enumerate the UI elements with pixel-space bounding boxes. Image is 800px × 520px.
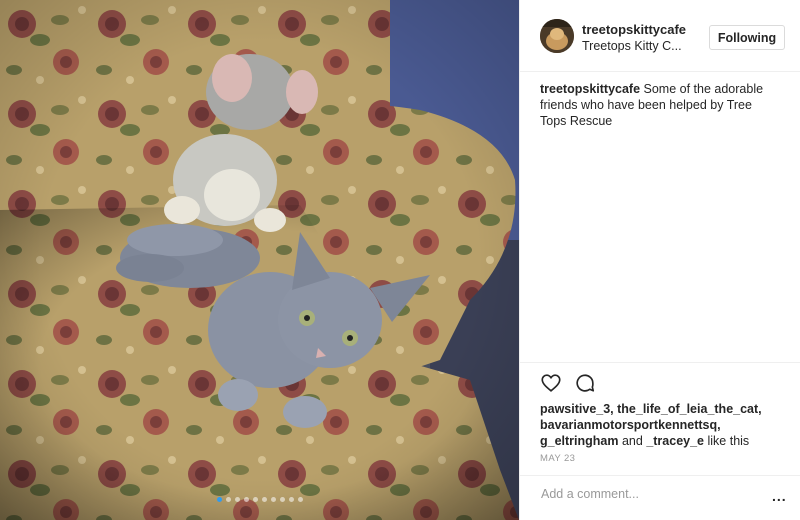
likes-last-name[interactable]: _tracey_e — [646, 434, 704, 448]
post-header: treetopskittycafe Treetops Kitty C... Fo… — [520, 0, 800, 72]
post-date: MAY 23 — [540, 453, 576, 464]
action-bar-divider — [520, 362, 800, 363]
kitten-on-armchair-image — [0, 0, 519, 520]
post-location[interactable]: Treetops Kitty C... — [582, 39, 682, 53]
carousel-dot-active[interactable] — [216, 497, 222, 502]
likes-summary: pawsitive_3, the_life_of_leia_the_cat, b… — [540, 401, 790, 449]
comment-input[interactable] — [539, 486, 743, 502]
caption-username[interactable]: treetopskittycafe — [540, 82, 640, 96]
post-author-username[interactable]: treetopskittycafe — [582, 22, 686, 37]
carousel-dot[interactable] — [297, 497, 303, 502]
comment-bar: ... — [520, 475, 800, 520]
carousel-indicator — [0, 497, 519, 502]
post-photo[interactable] — [0, 0, 519, 520]
more-options-button[interactable]: ... — [772, 488, 787, 504]
avatar-image — [540, 19, 574, 53]
post-sidebar: treetopskittycafe Treetops Kitty C... Fo… — [519, 0, 800, 520]
carousel-dot[interactable] — [288, 497, 294, 502]
likes-suffix: like this — [704, 434, 750, 448]
carousel-dot[interactable] — [243, 497, 249, 502]
carousel-dot[interactable] — [279, 497, 285, 502]
heart-icon[interactable] — [540, 372, 562, 394]
carousel-dot[interactable] — [252, 497, 258, 502]
likes-and: and — [618, 434, 647, 448]
comment-icon[interactable] — [574, 372, 596, 394]
carousel-dot[interactable] — [225, 497, 231, 502]
post-caption: treetopskittycafe Some of the adorable f… — [540, 81, 780, 129]
carousel-dot[interactable] — [261, 497, 267, 502]
carousel-dot[interactable] — [234, 497, 240, 502]
carousel-dot[interactable] — [270, 497, 276, 502]
following-button[interactable]: Following — [709, 25, 785, 50]
avatar[interactable] — [540, 19, 574, 53]
instagram-post-dialog: treetopskittycafe Treetops Kitty C... Fo… — [0, 0, 800, 520]
